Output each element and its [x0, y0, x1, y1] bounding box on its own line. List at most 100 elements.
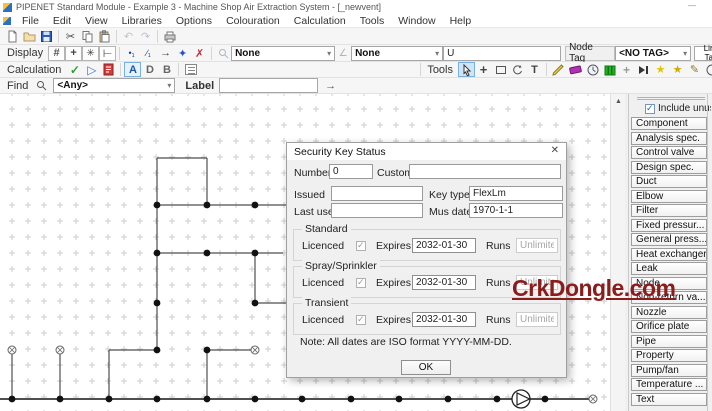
node-dot[interactable] [252, 396, 259, 403]
menu-calculation[interactable]: Calculation [287, 15, 353, 27]
node-dot[interactable] [154, 202, 161, 209]
palette-item-orifice-plate[interactable]: Orifice plate [631, 320, 707, 333]
output-a-toggle[interactable]: A [124, 62, 141, 77]
find-go-button[interactable]: → [322, 78, 339, 93]
palette-item-filter[interactable]: Filter [631, 204, 707, 217]
number-field[interactable] [329, 164, 373, 179]
palette-item-temperature[interactable]: Temperature ... [631, 378, 707, 391]
undo-button[interactable]: ↶ [120, 29, 137, 44]
add-tool-button[interactable]: + [618, 62, 635, 77]
node-dot[interactable] [204, 396, 211, 403]
palette-item-component[interactable]: Component [631, 117, 707, 130]
palette-item-leak[interactable]: Leak [631, 262, 707, 275]
node-tag-select[interactable]: <NO TAG> ▾ [615, 46, 691, 61]
node-dot[interactable] [204, 347, 211, 354]
menu-file[interactable]: File [15, 15, 46, 27]
node-dot[interactable] [106, 396, 113, 403]
palette-item-control-valve[interactable]: Control valve [631, 146, 707, 159]
check-network-button[interactable]: ✓ [66, 62, 83, 77]
expires-field[interactable] [412, 238, 476, 253]
palette-item-elbow[interactable]: Elbow [631, 190, 707, 203]
node-colouration-select[interactable]: None ▾ [231, 46, 335, 61]
menu-view[interactable]: View [78, 15, 115, 27]
copy-button[interactable] [79, 29, 96, 44]
text-tool-button[interactable]: T [526, 62, 543, 77]
ok-button[interactable]: OK [401, 360, 451, 375]
cut-button[interactable]: ✂ [62, 29, 79, 44]
key-type-field[interactable] [469, 186, 563, 201]
palette-item-property[interactable]: Property [631, 349, 707, 362]
io-node[interactable] [8, 346, 16, 354]
menu-window[interactable]: Window [391, 15, 442, 27]
menu-tools[interactable]: Tools [353, 15, 392, 27]
customer-field[interactable] [409, 164, 561, 179]
node-labels-button[interactable]: •₁ [123, 46, 140, 61]
output-b-toggle[interactable]: B [158, 62, 175, 77]
dialog-title-bar[interactable]: Security Key Status ✕ [287, 143, 566, 160]
menu-libraries[interactable]: Libraries [115, 15, 169, 27]
node-dot[interactable] [252, 202, 259, 209]
pointer-tool-button[interactable] [458, 62, 475, 77]
last-used-field[interactable] [331, 203, 423, 218]
io-node[interactable] [589, 395, 597, 403]
node-dot[interactable] [57, 396, 64, 403]
star-edit-tool-button[interactable]: ★ [669, 62, 686, 77]
issued-field[interactable] [331, 186, 423, 201]
licenced-checkbox[interactable] [356, 315, 366, 325]
palette-item-general-pressure[interactable]: General press... [631, 233, 707, 246]
palette-item-heat-exchanger[interactable]: Heat exchanger [631, 248, 707, 261]
pen-tool-button[interactable] [550, 62, 567, 77]
scroll-up-icon[interactable]: ▲ [611, 94, 626, 109]
vertical-scrollbar[interactable]: ▲ [610, 94, 625, 411]
node-dot[interactable] [204, 202, 211, 209]
palette-item-duct[interactable]: Duct [631, 175, 707, 188]
hide-arrows-button[interactable]: ✗ [191, 46, 208, 61]
link-colouration-select[interactable]: None ▾ [351, 46, 443, 61]
licenced-checkbox[interactable] [356, 278, 366, 288]
palette-item-pipe[interactable]: Pipe [631, 335, 707, 348]
magnify-colour-icon[interactable] [215, 46, 231, 61]
zoom-area-tool-button[interactable] [492, 62, 509, 77]
eraser-tool-button[interactable] [567, 62, 584, 77]
menu-edit[interactable]: Edit [46, 15, 78, 27]
licenced-checkbox[interactable] [356, 241, 366, 251]
node-dot[interactable] [252, 250, 259, 257]
checkbox-checked-icon[interactable] [645, 104, 655, 114]
find-label-input[interactable] [219, 78, 318, 93]
endcap-toggle-button[interactable]: ⊢ [99, 46, 116, 61]
fan-symbol[interactable] [512, 390, 530, 408]
output-report-button[interactable] [100, 62, 117, 77]
flow-arrows-button[interactable]: → [157, 46, 174, 61]
node-dot[interactable] [9, 396, 16, 403]
mus-date-field[interactable] [469, 203, 563, 218]
histogram-tool-button[interactable] [601, 62, 618, 77]
step-forward-button[interactable] [635, 62, 652, 77]
redo-button[interactable]: ↷ [137, 29, 154, 44]
node-dot[interactable] [299, 396, 306, 403]
node-dot[interactable] [348, 396, 355, 403]
new-file-button[interactable] [4, 29, 21, 44]
notes-button[interactable] [182, 62, 199, 77]
palette-item-pump-fan[interactable]: Pump/fan [631, 364, 707, 377]
paste-button[interactable] [96, 29, 113, 44]
node-dot[interactable] [542, 396, 549, 403]
node-dot[interactable] [445, 396, 452, 403]
multi-pen-tool-button[interactable]: ✎ [686, 62, 703, 77]
palette-item-text[interactable]: Text [631, 393, 707, 406]
diamond-markers-button[interactable]: ✦ [174, 46, 191, 61]
run-calculation-button[interactable]: ▷ [83, 62, 100, 77]
node-dot[interactable] [154, 250, 161, 257]
minimize-button[interactable]: — [688, 1, 696, 10]
palette-item-analysis-spec[interactable]: Analysis spec. [631, 132, 707, 145]
palette-item-nozzle[interactable]: Nozzle [631, 306, 707, 319]
node-dot[interactable] [396, 396, 403, 403]
menu-options[interactable]: Options [169, 15, 219, 27]
find-scope-select[interactable]: <Any> ▾ [53, 78, 175, 93]
star-toggle-button[interactable]: ✳ [82, 46, 99, 61]
pan-tool-button[interactable]: + [475, 62, 492, 77]
output-d-toggle[interactable]: D [141, 62, 158, 77]
node-dot[interactable] [154, 300, 161, 307]
node-dot[interactable] [494, 396, 501, 403]
link-labels-button[interactable]: ∕₁ [140, 46, 157, 61]
expires-field[interactable] [412, 275, 476, 290]
